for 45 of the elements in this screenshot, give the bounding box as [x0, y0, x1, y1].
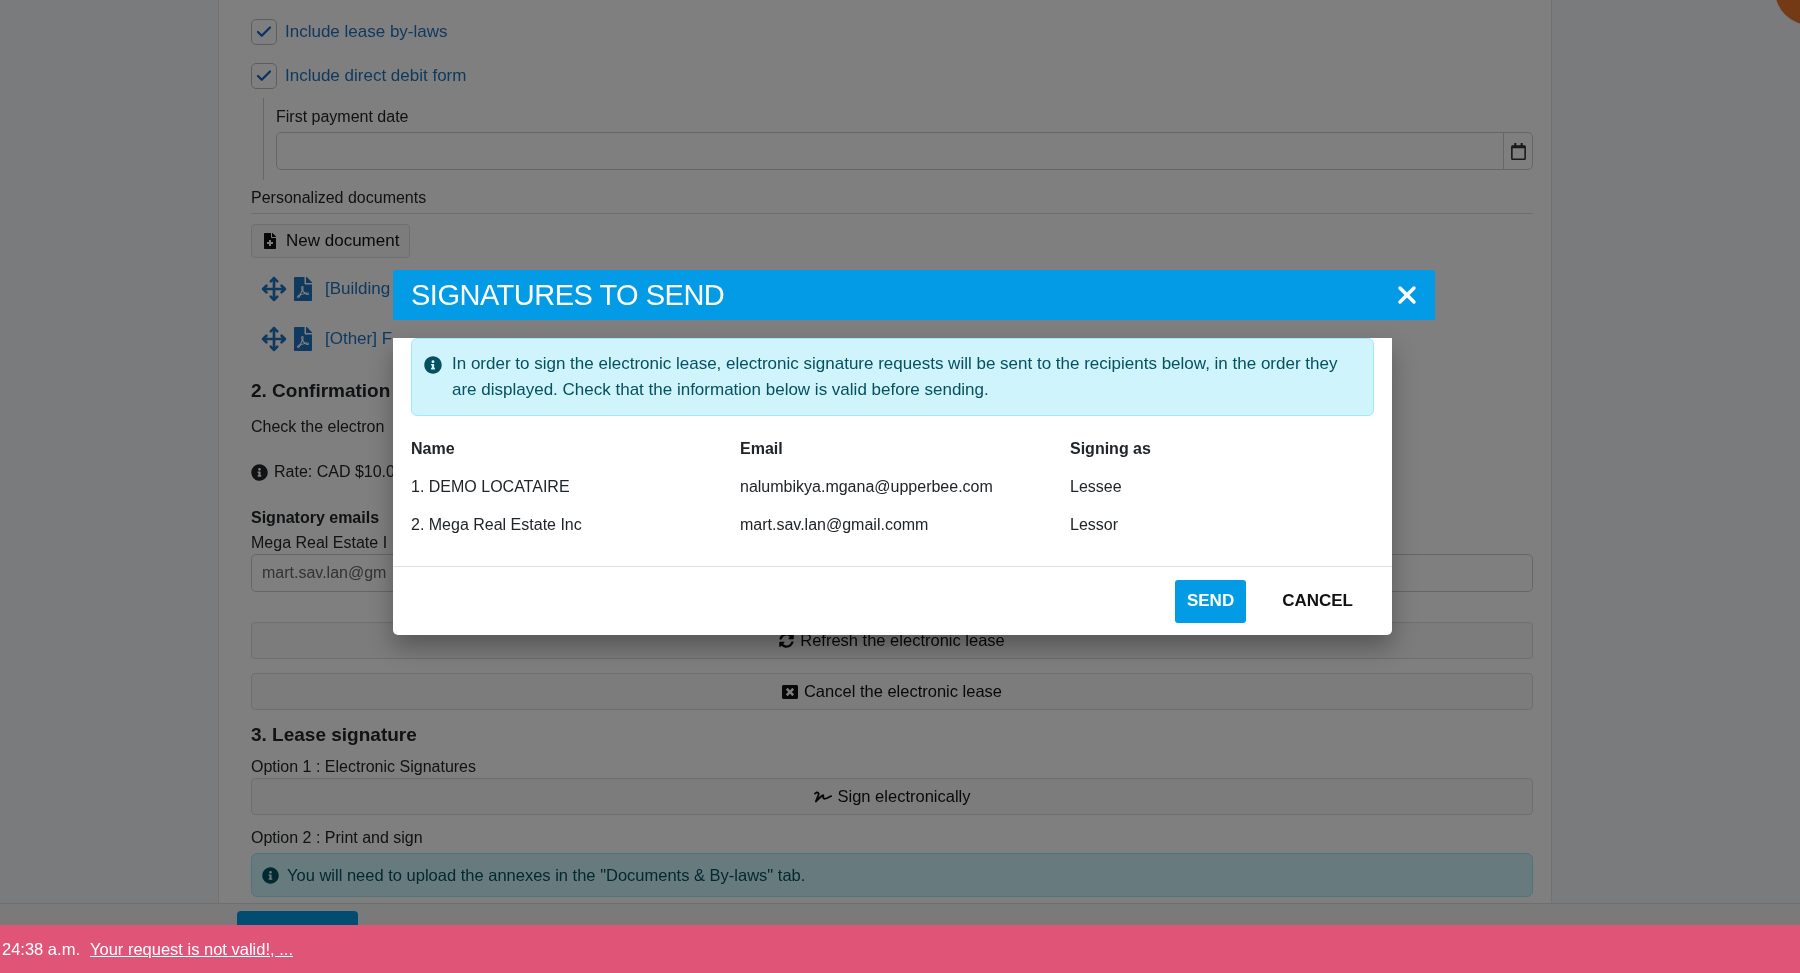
toast-time: 24:38 a.m.	[2, 939, 80, 959]
calendar-icon[interactable]	[1509, 142, 1527, 160]
info-icon	[262, 866, 279, 884]
refresh-icon	[779, 633, 795, 648]
info-icon	[251, 463, 268, 481]
column-header: Name	[411, 440, 456, 458]
pdf-file-icon	[291, 327, 315, 351]
document-link[interactable]: [Building	[325, 279, 391, 299]
section-subheading: Signatory emails	[251, 509, 380, 527]
option-text: Option 2 : Print and sign	[251, 829, 423, 847]
info-icon	[424, 356, 442, 374]
option-text: Option 1 : Electronic Signatures	[251, 758, 476, 776]
table-cell-text: 1. DEMO LOCATAIRE	[411, 478, 571, 496]
table-cell-text: Lessee	[1070, 478, 1123, 496]
document-link[interactable]: [Other] F	[325, 329, 393, 349]
checkbox[interactable]	[251, 63, 277, 89]
table-cell-text: mart.sav.lan@gmail.comm	[740, 516, 930, 534]
signatory-name: Mega Real Estate I	[251, 534, 388, 552]
column-header: Email	[740, 440, 784, 458]
checkbox[interactable]	[251, 19, 277, 45]
column-header: Signing as	[1070, 440, 1152, 458]
send-button[interactable]: SEND	[1174, 579, 1247, 623]
sign-electronically-button[interactable]: Sign electronically	[251, 778, 1533, 815]
date-field[interactable]	[276, 132, 1533, 170]
checkbox-label: Include lease by-laws	[285, 22, 448, 42]
table-cell-text: 2. Mega Real Estate Inc	[411, 516, 583, 534]
table-cell-text: Lessor	[1070, 516, 1120, 534]
dialog-title: SIGNATURES TO SEND	[411, 278, 725, 312]
section-heading: 2. Confirmation	[251, 380, 391, 402]
info-notice: You will need to upload the annexes in the "Documents & By-laws" tab.	[251, 853, 1533, 897]
section-title: Personalized documents	[251, 189, 427, 206]
pdf-file-icon	[291, 277, 315, 301]
new-document-button[interactable]: New document	[251, 224, 411, 258]
field-label: First payment date	[276, 108, 410, 126]
cancel-lease-button[interactable]: Cancel the electronic lease	[251, 673, 1533, 710]
description-text: Check the electron	[251, 418, 385, 436]
table-cell-text: nalumbikya.mgana@upperbee.com	[740, 478, 994, 496]
info-text: In order to sign the electronic lease, electronic signature requests will be sent to the recipients below, in the order they are displayed. Check that the information below is valid before sending.	[452, 353, 1339, 401]
section-heading: 3. Lease signature	[251, 724, 417, 746]
error-link[interactable]: Your request is not valid!, ...	[89, 939, 293, 959]
cancel-button[interactable]: CANCEL	[1270, 579, 1365, 623]
file-plus-icon	[262, 233, 278, 249]
move-icon[interactable]	[261, 276, 287, 302]
checkbox-label: Include direct debit form	[285, 66, 467, 86]
move-icon[interactable]	[261, 326, 287, 352]
